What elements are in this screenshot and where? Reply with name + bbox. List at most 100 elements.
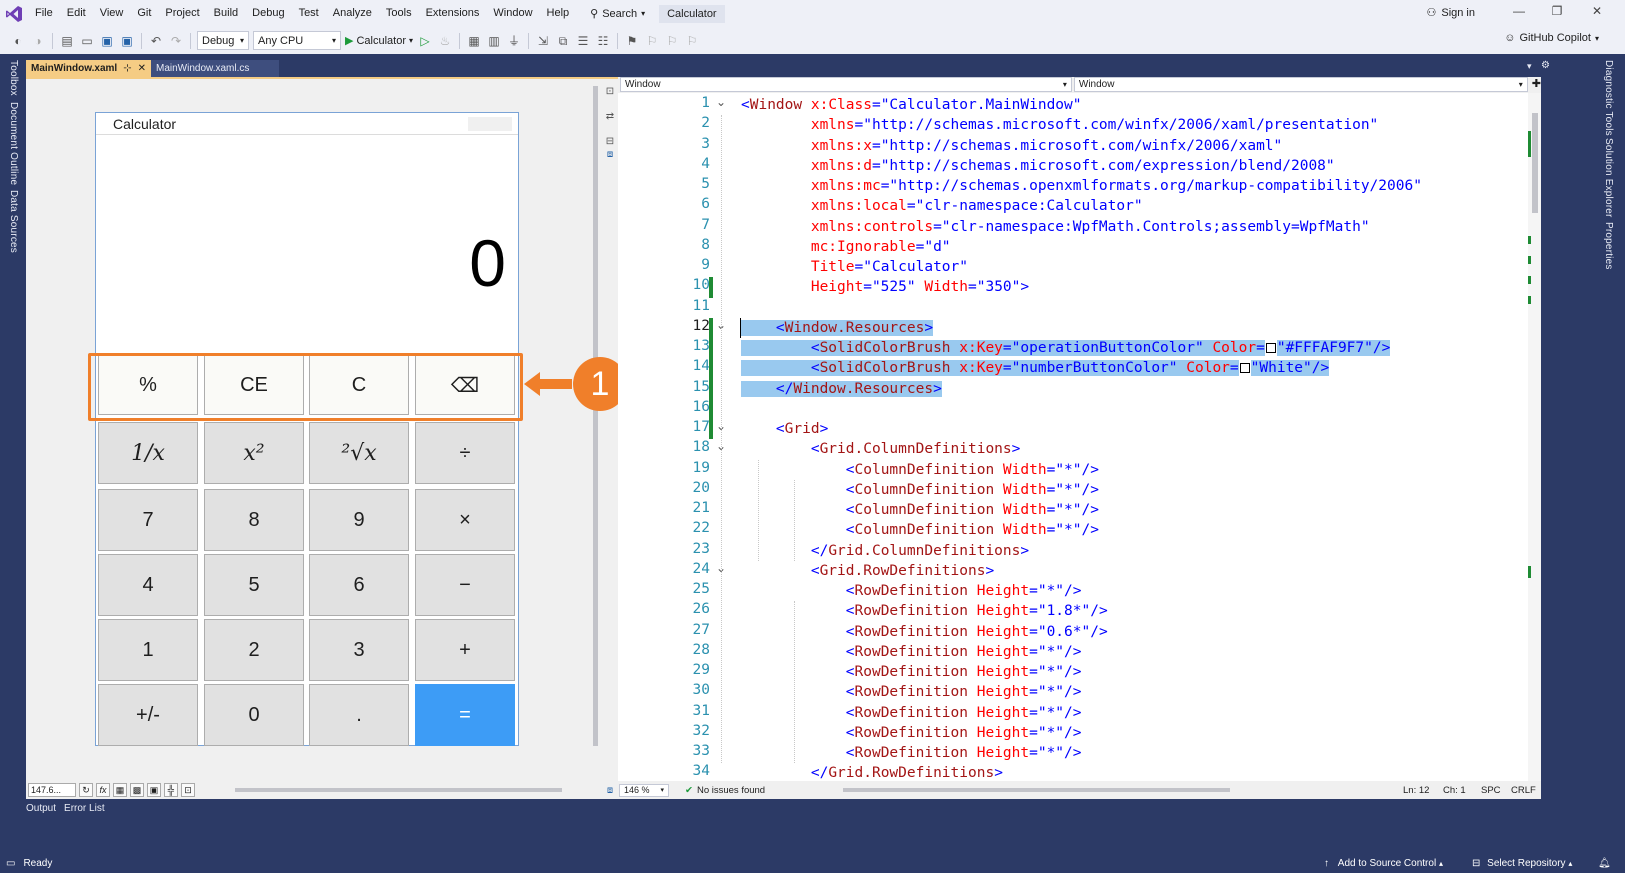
digit-6-button[interactable]: 6 bbox=[309, 554, 409, 616]
save-icon[interactable]: ▣ bbox=[99, 33, 115, 49]
github-copilot-button[interactable]: ☺ GitHub Copilot ▾ bbox=[1504, 32, 1599, 44]
menu-file[interactable]: File bbox=[28, 0, 60, 27]
start-debugging-button[interactable]: ▶ Calculator ▾ bbox=[345, 34, 413, 48]
snap-lines-icon[interactable]: ╬ bbox=[164, 783, 178, 797]
start-without-debugging-icon[interactable]: ▷ bbox=[417, 33, 433, 49]
digit-9-button[interactable]: 9 bbox=[309, 489, 409, 551]
browse-icon[interactable]: ▦ bbox=[466, 33, 482, 49]
artboard-icon[interactable]: ▣ bbox=[147, 783, 161, 797]
filter-icon[interactable]: ⏚ bbox=[506, 33, 522, 49]
menu-tools[interactable]: Tools bbox=[379, 0, 419, 27]
tab-error-list[interactable]: Error List bbox=[64, 801, 105, 817]
snap-grid-icon[interactable]: ▩ bbox=[130, 783, 144, 797]
digit-3-button[interactable]: 3 bbox=[309, 619, 409, 681]
menu-project[interactable]: Project bbox=[158, 0, 206, 27]
settings-icon[interactable]: ⚙ bbox=[1541, 60, 1550, 71]
tab-mainwindow-xaml[interactable]: MainWindow.xaml ⊹ ✕ bbox=[26, 60, 151, 77]
layout-rounding-icon[interactable]: ⊡ bbox=[181, 783, 195, 797]
sign-in-button[interactable]: ⚇ Sign in bbox=[1426, 6, 1475, 20]
frames-icon[interactable]: ⧉ bbox=[555, 33, 571, 49]
configuration-dropdown[interactable]: Debug ▾ bbox=[197, 31, 249, 50]
notifications-icon[interactable]: 🔔︎ bbox=[1598, 858, 1611, 869]
platform-dropdown[interactable]: Any CPU ▾ bbox=[253, 31, 341, 50]
designer-horizontal-scrollbar[interactable] bbox=[235, 788, 562, 792]
step-icon[interactable]: ⇲ bbox=[535, 33, 551, 49]
tab-list-dropdown-icon[interactable]: ▾ bbox=[1527, 61, 1532, 72]
digit-7-button[interactable]: 7 bbox=[98, 489, 198, 551]
hot-reload-icon[interactable]: ♨ bbox=[437, 33, 453, 49]
search-menu[interactable]: ⚲ Search ▾ bbox=[584, 7, 651, 21]
designer-zoom-dropdown[interactable]: 147.6... bbox=[28, 783, 76, 797]
side-tab-toolbox[interactable]: Toolbox bbox=[8, 60, 19, 96]
digit-5-button[interactable]: 5 bbox=[204, 554, 304, 616]
fit-icon[interactable]: ⊡ bbox=[602, 86, 618, 97]
menu-debug[interactable]: Debug bbox=[245, 0, 291, 27]
column-indicator[interactable]: Ch: 1 bbox=[1443, 785, 1466, 796]
square-button[interactable]: x² bbox=[204, 422, 304, 484]
type-navigation-dropdown[interactable]: Window ▾ bbox=[620, 77, 1072, 92]
tab-mainwindow-xaml-cs[interactable]: MainWindow.xaml.cs bbox=[151, 60, 279, 77]
uncomment-icon[interactable]: ☷ bbox=[595, 33, 611, 49]
select-repository-button[interactable]: ⊟ Select Repository ▴ bbox=[1472, 858, 1572, 869]
menu-test[interactable]: Test bbox=[292, 0, 326, 27]
editor-zoom-dropdown[interactable]: 146 % ▾ bbox=[619, 783, 669, 797]
scrollbar-thumb[interactable] bbox=[593, 86, 598, 746]
add-button[interactable]: + bbox=[415, 619, 515, 681]
next-bookmark-icon[interactable]: ⚐ bbox=[664, 33, 680, 49]
scrollbar-thumb[interactable] bbox=[1532, 113, 1538, 213]
line-ending-indicator[interactable]: CRLF bbox=[1511, 785, 1536, 796]
equals-button[interactable]: = bbox=[415, 684, 515, 746]
designer-toggle-icon[interactable]: ⧈ bbox=[603, 785, 617, 796]
digit-4-button[interactable]: 4 bbox=[98, 554, 198, 616]
negate-button[interactable]: +/- bbox=[98, 684, 198, 746]
digit-1-button[interactable]: 1 bbox=[98, 619, 198, 681]
digit-2-button[interactable]: 2 bbox=[204, 619, 304, 681]
digit-8-button[interactable]: 8 bbox=[204, 489, 304, 551]
forward-icon[interactable]: ◑ bbox=[30, 33, 46, 49]
menu-edit[interactable]: Edit bbox=[60, 0, 93, 27]
divide-button[interactable]: ÷ bbox=[415, 422, 515, 484]
new-item-icon[interactable]: ▤ bbox=[59, 33, 75, 49]
menu-window[interactable]: Window bbox=[486, 0, 539, 27]
redo-icon[interactable]: ↷ bbox=[168, 33, 184, 49]
swap-panes-icon[interactable]: ⇄ bbox=[602, 111, 618, 122]
menu-analyze[interactable]: Analyze bbox=[326, 0, 379, 27]
side-tab-data-sources[interactable]: Data Sources bbox=[8, 190, 19, 253]
horizontal-split-icon[interactable]: ⊟ bbox=[602, 136, 618, 147]
layout-icon[interactable]: ▥ bbox=[486, 33, 502, 49]
clear-bookmarks-icon[interactable]: ⚐ bbox=[684, 33, 700, 49]
effects-toggle[interactable]: fx bbox=[96, 783, 110, 797]
issues-status[interactable]: No issues found bbox=[697, 785, 765, 796]
tab-output[interactable]: Output bbox=[26, 801, 56, 817]
color-swatch-icon[interactable] bbox=[1239, 363, 1250, 374]
menu-help[interactable]: Help bbox=[540, 0, 577, 27]
xaml-code-editor[interactable]: 1 2 3 4 5 6 7 8 9 10 11 12 13 14 15 16 17 18 19 20 21 22 23 24 2… bbox=[618, 93, 1528, 781]
reciprocal-button[interactable]: 1/x bbox=[98, 422, 198, 484]
side-tab-diagnostic-tools[interactable]: Diagnostic Tools bbox=[1603, 60, 1614, 136]
digit-0-button[interactable]: 0 bbox=[204, 684, 304, 746]
comment-icon[interactable]: ☰ bbox=[575, 33, 591, 49]
bookmark-icon[interactable]: ⚑ bbox=[624, 33, 640, 49]
fold-toggle-icon[interactable]: ⌄ bbox=[716, 95, 726, 109]
add-to-source-control-button[interactable]: ↑ Add to Source Control ▴ bbox=[1324, 858, 1443, 869]
back-icon[interactable]: ◐ bbox=[10, 33, 26, 49]
code-horizontal-scrollbar[interactable] bbox=[843, 788, 1230, 792]
collapse-pane-icon[interactable]: ⧈ bbox=[602, 149, 618, 160]
prev-bookmark-icon[interactable]: ⚐ bbox=[644, 33, 660, 49]
visual-studio-logo-icon[interactable] bbox=[0, 0, 28, 27]
close-icon[interactable]: ✕ bbox=[1587, 4, 1607, 18]
menu-git[interactable]: Git bbox=[130, 0, 158, 27]
save-all-icon[interactable]: ▣ bbox=[119, 33, 135, 49]
side-tab-solution-explorer[interactable]: Solution Explorer bbox=[1603, 138, 1614, 218]
split-editor-icon[interactable]: ✚ bbox=[1532, 77, 1541, 93]
color-swatch-icon[interactable] bbox=[1265, 343, 1276, 353]
menu-build[interactable]: Build bbox=[207, 0, 245, 27]
close-tab-icon[interactable]: ✕ bbox=[138, 60, 146, 77]
side-tab-properties[interactable]: Properties bbox=[1603, 222, 1614, 270]
refresh-icon[interactable]: ↻ bbox=[79, 783, 93, 797]
spacing-indicator[interactable]: SPC bbox=[1481, 785, 1501, 796]
member-navigation-dropdown[interactable]: Window ▾ bbox=[1073, 77, 1528, 92]
open-file-icon[interactable]: ▭ bbox=[79, 33, 95, 49]
multiply-button[interactable]: × bbox=[415, 489, 515, 551]
designer-vertical-scrollbar[interactable] bbox=[590, 80, 600, 760]
